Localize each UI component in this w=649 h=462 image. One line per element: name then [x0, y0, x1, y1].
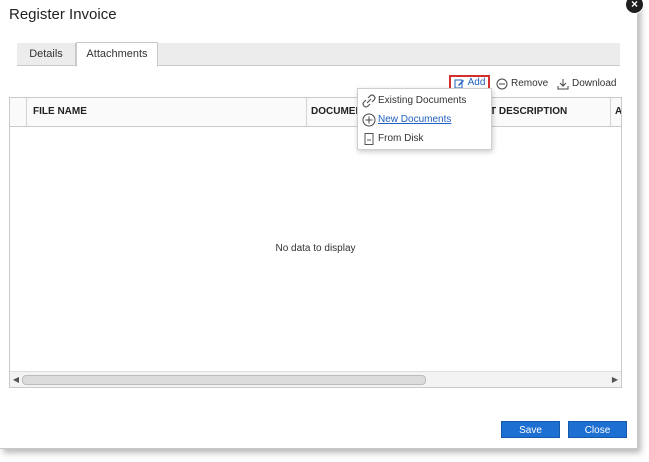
add-dropdown-menu: Existing Documents New Documents From Di… [357, 88, 492, 150]
download-icon [557, 79, 569, 90]
remove-label: Remove [511, 78, 549, 89]
scroll-left-icon[interactable]: ◀ [11, 373, 21, 386]
horizontal-scrollbar[interactable]: ◀ ▶ [10, 371, 621, 387]
link-icon [362, 94, 376, 108]
menu-item-new-documents[interactable]: New Documents [358, 111, 491, 129]
close-icon[interactable]: × [625, 0, 644, 14]
save-button[interactable]: Save [501, 421, 560, 438]
dialog-title: Register Invoice [9, 6, 117, 23]
empty-message: No data to display [275, 243, 356, 254]
plus-circle-icon [362, 113, 376, 127]
close-button[interactable]: Close [568, 421, 627, 438]
edit-icon [454, 79, 464, 88]
column-header-extra[interactable]: A [610, 98, 621, 126]
attachments-grid: FILE NAME DOCUMENT T DESCRIPTION A No da… [9, 97, 622, 388]
tab-bar: Details Attachments [17, 42, 620, 67]
file-icon [364, 133, 374, 145]
download-button[interactable]: Download [557, 76, 616, 92]
column-header-select[interactable] [10, 98, 26, 126]
grid-header: FILE NAME DOCUMENT T DESCRIPTION A [10, 98, 621, 127]
menu-item-label: From Disk [378, 133, 424, 144]
menu-item-from-disk[interactable]: From Disk [358, 130, 491, 148]
tab-attachments[interactable]: Attachments [76, 42, 158, 67]
scroll-thumb[interactable] [22, 375, 426, 385]
remove-button[interactable]: Remove [496, 76, 548, 92]
column-header-description[interactable]: T DESCRIPTION [486, 98, 616, 126]
menu-item-label: Existing Documents [378, 95, 467, 106]
scroll-right-icon[interactable]: ▶ [610, 373, 620, 386]
menu-item-label: New Documents [378, 114, 452, 125]
column-header-file-name[interactable]: FILE NAME [26, 98, 306, 126]
register-invoice-dialog: × Register Invoice Details Attachments A… [0, 0, 644, 449]
tab-details[interactable]: Details [17, 43, 76, 65]
menu-item-existing-documents[interactable]: Existing Documents [358, 92, 491, 110]
download-label: Download [572, 78, 617, 89]
minus-circle-icon [496, 78, 508, 90]
